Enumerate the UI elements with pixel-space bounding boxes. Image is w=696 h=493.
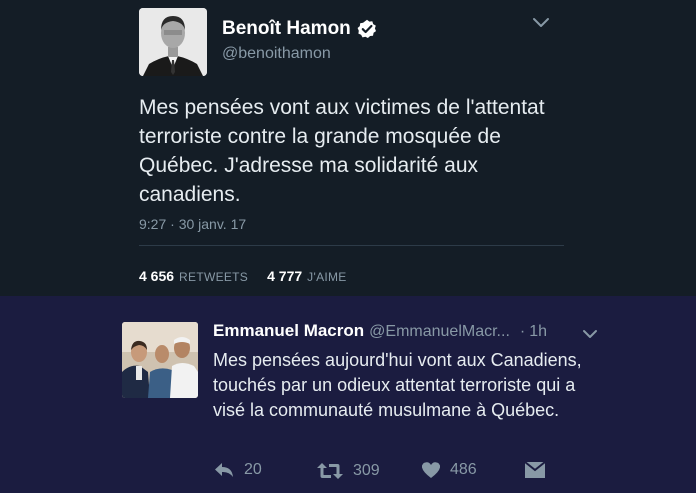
tweet-text: Mes pensées vont aux victimes de l'atten… (139, 96, 545, 206)
divider (139, 245, 564, 246)
reply-header: Emmanuel Macron @EmmanuelMacr... · 1h (213, 321, 547, 341)
likes-label[interactable]: J'AIME (307, 270, 346, 284)
retweet-button[interactable]: 309 (316, 461, 380, 481)
retweet-icon (316, 461, 344, 481)
like-count: 486 (450, 461, 477, 478)
tweet-reply: Emmanuel Macron @EmmanuelMacr... · 1h Me… (0, 296, 696, 493)
chevron-down-icon[interactable] (581, 327, 599, 341)
heart-icon (421, 461, 441, 479)
tweet-main: Benoît Hamon @benoithamon Mes pensées vo… (0, 0, 696, 296)
reply-icon (213, 461, 235, 479)
like-button[interactable]: 486 (421, 461, 477, 479)
author-name-text[interactable]: Benoît Hamon (222, 18, 351, 40)
likes-count[interactable]: 4 777 (267, 268, 302, 284)
author-name[interactable]: Emmanuel Macron (213, 321, 364, 341)
author-name[interactable]: Benoît Hamon (222, 18, 377, 40)
retweet-count: 309 (353, 462, 380, 479)
direct-message-button[interactable] (524, 461, 546, 479)
reply-button[interactable]: 20 (213, 461, 262, 479)
separator-dot: · (519, 323, 526, 340)
retweets-label[interactable]: RETWEETS (179, 270, 248, 284)
reply-count: 20 (244, 461, 262, 478)
chevron-down-icon[interactable] (531, 15, 551, 31)
avatar-emmanuel-macron[interactable] (122, 322, 198, 398)
verified-badge-icon (357, 19, 377, 39)
avatar-benoit-hamon[interactable] (139, 8, 207, 76)
retweets-count[interactable]: 4 656 (139, 268, 174, 284)
tweet-text: Mes pensées aujourd'hui vont aux Canadie… (213, 350, 582, 420)
direct-message-icon (524, 461, 546, 479)
author-handle[interactable]: @benoithamon (222, 45, 331, 63)
tweet-stats: 4 656 RETWEETS 4 777 J'AIME (139, 268, 347, 284)
tweet-time[interactable]: 1h (529, 323, 547, 341)
author-handle[interactable]: @EmmanuelMacr... (369, 323, 510, 341)
tweet-timestamp[interactable]: 9:27 · 30 janv. 17 (139, 216, 246, 232)
tweet-actions: 20 309 486 (213, 461, 553, 483)
